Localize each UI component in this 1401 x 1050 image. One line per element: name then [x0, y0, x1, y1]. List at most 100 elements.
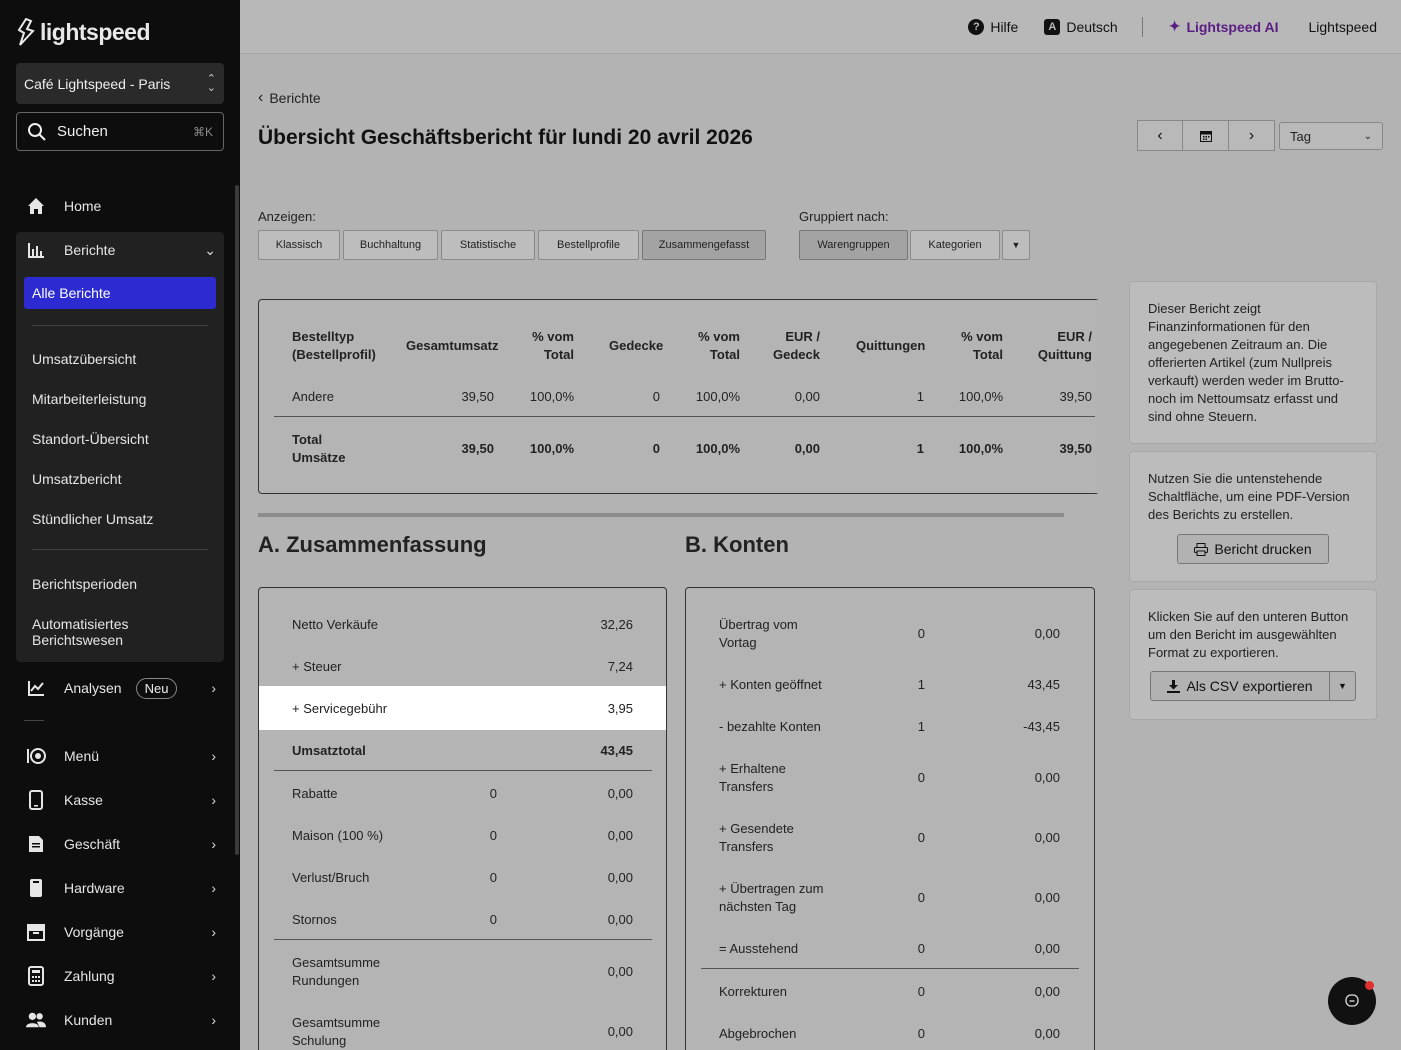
total-quittungen: 1 — [916, 441, 924, 456]
updown-icon: ⌃ ⌄ — [206, 72, 216, 94]
divider — [701, 968, 1079, 969]
period-value: Tag — [1290, 128, 1311, 144]
total-pct: 100,0% — [695, 441, 740, 456]
help-link[interactable]: ? Hilfe — [968, 18, 1018, 35]
konten-geoeffnet-label: + Konten geöffnet — [719, 677, 822, 692]
view-bestellprofile-button[interactable]: Bestellprofile — [538, 230, 639, 260]
total-gedecke: 0 — [652, 441, 660, 456]
print-report-button[interactable]: Bericht drucken — [1177, 534, 1329, 564]
col-header-pct-total: % vom Total — [961, 329, 1003, 362]
erhaltene-transfers-label: + Erhaltene Transfers — [719, 761, 786, 794]
account-menu[interactable]: Lightspeed — [1308, 19, 1377, 35]
gesendete-transfers-count: 0 — [917, 830, 925, 845]
nav-stuendlicher-umsatz[interactable]: Stündlicher Umsatz — [32, 511, 224, 527]
nav-alle-berichte[interactable]: Alle Berichte — [24, 277, 216, 309]
view-buchhaltung-button[interactable]: Buchhaltung — [343, 230, 438, 260]
anzeigen-label: Anzeigen: — [258, 209, 316, 224]
uebertragen-label: + Übertragen zum nächsten Tag — [719, 881, 824, 914]
group-warengruppen-button[interactable]: Warengruppen — [799, 230, 908, 260]
group-dropdown-button[interactable]: ▼ — [1002, 230, 1030, 260]
sparkle-icon: ✦ — [1168, 18, 1181, 34]
lightspeed-ai-button[interactable]: ✦ Lightspeed AI — [1169, 18, 1279, 35]
calculator-icon — [26, 966, 46, 986]
servicegebuehr-label: + Servicegebühr — [292, 701, 388, 716]
printer-icon — [1194, 542, 1209, 556]
export-format-dropdown[interactable]: ▼ — [1329, 671, 1356, 701]
view-statistische-button[interactable]: Statistische — [441, 230, 535, 260]
abgebrochen-count: 0 — [917, 1026, 925, 1041]
search-button[interactable]: Suchen ⌘K — [16, 112, 224, 151]
uebertragen-value: 0,00 — [1034, 890, 1060, 905]
ausstehend-count: 0 — [917, 941, 925, 956]
col-header-gesamtumsatz: Gesamtumsatz — [406, 338, 499, 353]
trend-icon — [26, 678, 46, 698]
abgebrochen-label: Abgebrochen — [719, 1026, 797, 1041]
nav-standort-uebersicht[interactable]: Standort-Übersicht — [32, 431, 224, 447]
device-icon — [26, 878, 46, 898]
divider — [274, 770, 652, 771]
nav-vorgaenge[interactable]: Vorgänge › — [16, 912, 224, 952]
nav-mitarbeiterleistung[interactable]: Mitarbeiterleistung — [32, 391, 224, 407]
chat-button[interactable] — [1328, 977, 1376, 1025]
nav-home[interactable]: Home — [16, 186, 224, 226]
prev-day-button[interactable]: ‹ — [1137, 120, 1183, 151]
verlust-bruch-count: 0 — [489, 870, 497, 885]
korrekturen-value: 0,00 — [1034, 984, 1060, 999]
brand-logo[interactable]: lightspeed — [16, 16, 151, 48]
neu-badge: Neu — [135, 677, 178, 699]
col-header-pct-total: % vom Total — [698, 329, 740, 362]
rabatte-label: Rabatte — [292, 786, 338, 801]
search-icon — [28, 122, 46, 141]
col-header-gedecke: Gedecke — [609, 338, 664, 353]
notification-dot — [1365, 981, 1374, 990]
nav-hardware[interactable]: Hardware › — [16, 868, 224, 908]
bezahlte-konten-count: 1 — [917, 719, 925, 734]
divider — [32, 549, 208, 550]
view-klassisch-button[interactable]: Klassisch — [258, 230, 340, 260]
nav-kasse[interactable]: Kasse › — [16, 780, 224, 820]
row-andere-gesamtumsatz: 39,50 — [461, 389, 494, 404]
calendar-button[interactable] — [1183, 120, 1229, 151]
total-pct: 100,0% — [529, 441, 574, 456]
nav-geschaeft[interactable]: Geschäft › — [16, 824, 224, 864]
info-box-description: Dieser Bericht zeigt Finanzinformationen… — [1129, 281, 1377, 444]
print-info-text: Nutzen Sie die untenstehende Schaltfläch… — [1148, 471, 1350, 522]
sidebar-scrollbar[interactable] — [235, 185, 239, 855]
maison-count: 0 — [489, 828, 497, 843]
section-b-title: B. Konten — [685, 532, 789, 557]
location-switcher[interactable]: Café Lightspeed - Paris ⌃ ⌄ — [16, 63, 224, 104]
table-scrollbar[interactable] — [258, 513, 1064, 517]
nav-home-label: Home — [64, 198, 102, 214]
netto-verkaeufe-value: 32,26 — [600, 617, 633, 632]
export-csv-button[interactable]: Als CSV exportieren — [1150, 671, 1330, 701]
nav-menu[interactable]: Menü › — [16, 736, 224, 776]
download-icon — [1167, 679, 1181, 693]
chevron-left-icon: ‹ — [258, 89, 264, 106]
nav-berichte[interactable]: Berichte ⌄ — [16, 230, 224, 270]
group-kategorien-button[interactable]: Kategorien — [910, 230, 1000, 260]
nav-automatisiertes-berichtswesen[interactable]: Automatisiertes Berichtswesen — [32, 616, 172, 648]
nav-umsatzuebersicht[interactable]: Umsatzübersicht — [32, 351, 224, 367]
view-zusammengefasst-button[interactable]: Zusammengefasst — [642, 230, 766, 260]
nav-analysen-label: Analysen — [64, 680, 122, 696]
divider — [274, 939, 652, 940]
language-switcher[interactable]: A Deutsch — [1044, 18, 1118, 35]
nav-kunden[interactable]: Kunden › — [16, 1000, 224, 1040]
nav-berichtsperioden[interactable]: Berichtsperioden — [32, 576, 224, 592]
chevron-right-icon: › — [1248, 126, 1255, 144]
nav-analysen[interactable]: Analysen Neu › — [16, 668, 224, 708]
row-andere-gedecke: 0 — [652, 389, 660, 404]
chevron-down-icon: ⌄ — [204, 241, 216, 258]
total-eur-gedeck: 0,00 — [794, 441, 820, 456]
row-andere-eur-quittung: 39,50 — [1059, 389, 1092, 404]
nav-umsatzbericht[interactable]: Umsatzbericht — [32, 471, 224, 487]
export-info-text: Klicken Sie auf den unteren Button um de… — [1148, 609, 1349, 660]
period-select[interactable]: Tag ⌄ — [1279, 122, 1383, 150]
rabatte-count: 0 — [489, 786, 497, 801]
chevron-right-icon: › — [211, 748, 216, 764]
breadcrumb[interactable]: ‹ Berichte — [258, 89, 321, 107]
total-eur-quittung: 39,50 — [1059, 441, 1092, 456]
next-day-button[interactable]: › — [1229, 120, 1275, 151]
nav-zahlung[interactable]: Zahlung › — [16, 956, 224, 996]
ai-label: Lightspeed AI — [1186, 18, 1279, 35]
